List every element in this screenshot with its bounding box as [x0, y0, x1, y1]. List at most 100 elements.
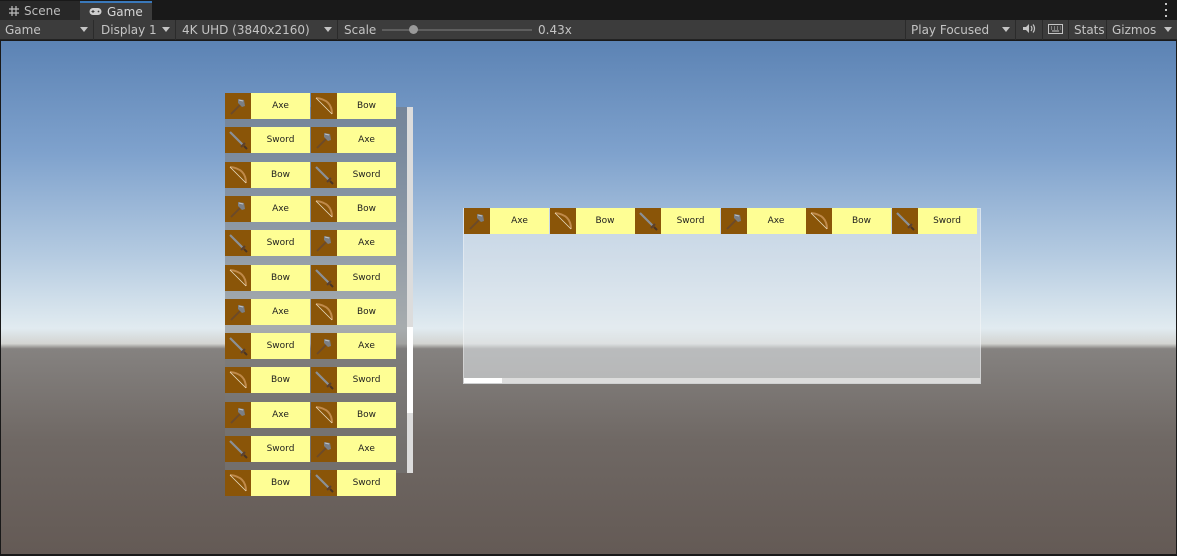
- item-label: Sword: [251, 127, 310, 153]
- item-label: Axe: [337, 230, 396, 256]
- item-label: Bow: [251, 470, 310, 496]
- game-viewport[interactable]: Axe Bow Sword Axe Bow Sword Axe Bow Sword Axe Bow S…: [1, 41, 1176, 554]
- item-label: Axe: [746, 208, 806, 234]
- grid-item-axe[interactable]: Axe: [311, 436, 396, 462]
- item-label: Bow: [337, 93, 396, 119]
- horizontal-item-list: Axe Bow Sword Axe Bow Sword: [463, 208, 981, 234]
- grid-item-sword[interactable]: Sword: [225, 333, 310, 359]
- item-label: Axe: [490, 208, 549, 234]
- axe-icon: [225, 299, 251, 325]
- mute-audio-toggle[interactable]: [1016, 20, 1043, 40]
- item-label: Sword: [251, 436, 310, 462]
- grid-item-bow[interactable]: Bow: [225, 162, 310, 188]
- grid-item-axe[interactable]: Axe: [311, 333, 396, 359]
- grid-item-bow[interactable]: Bow: [311, 93, 396, 119]
- bow-icon: [806, 208, 832, 234]
- item-label: Axe: [251, 93, 310, 119]
- axe-icon: [464, 208, 490, 234]
- horizontal-scroll-view[interactable]: [463, 208, 981, 384]
- scale-slider-track[interactable]: [382, 29, 532, 31]
- tab-game[interactable]: Game: [80, 1, 152, 20]
- grid-item-bow[interactable]: Bow: [225, 265, 310, 291]
- scale-value: 0.43x: [538, 23, 572, 37]
- sword-icon: [311, 265, 337, 291]
- bow-icon: [225, 367, 251, 393]
- item-label: Sword: [337, 265, 396, 291]
- item-label: Sword: [251, 333, 310, 359]
- grid-item-bow[interactable]: Bow: [225, 470, 310, 496]
- item-label: Sword: [337, 367, 396, 393]
- row-item-bow[interactable]: Bow: [806, 208, 891, 234]
- grid-icon: [9, 5, 19, 16]
- play-mode-dropdown[interactable]: Play Focused: [906, 20, 1016, 40]
- grid-item-bow[interactable]: Bow: [311, 402, 396, 428]
- item-label: Axe: [337, 333, 396, 359]
- grid-item-sword[interactable]: Sword: [311, 265, 396, 291]
- stats-keyboard-toggle[interactable]: [1043, 20, 1069, 40]
- gamepad-icon: [89, 7, 102, 16]
- scale-slider-thumb[interactable]: [409, 25, 418, 34]
- grid-item-sword[interactable]: Sword: [311, 470, 396, 496]
- axe-icon: [311, 127, 337, 153]
- grid-item-axe[interactable]: Axe: [311, 230, 396, 256]
- sword-icon: [311, 162, 337, 188]
- bow-icon: [225, 162, 251, 188]
- item-label: Sword: [337, 162, 396, 188]
- sword-icon: [225, 333, 251, 359]
- item-label: Bow: [251, 265, 310, 291]
- row-item-axe[interactable]: Axe: [464, 208, 549, 234]
- grid-item-bow[interactable]: Bow: [311, 196, 396, 222]
- grid-item-bow[interactable]: Bow: [225, 367, 310, 393]
- item-label: Sword: [917, 208, 977, 234]
- tab-scene-label: Scene: [24, 3, 61, 18]
- grid-item-sword[interactable]: Sword: [311, 162, 396, 188]
- item-label: Bow: [251, 162, 310, 188]
- row-item-sword[interactable]: Sword: [891, 208, 977, 234]
- horizontal-scrollbar-handle[interactable]: [464, 378, 502, 383]
- bow-icon: [311, 299, 337, 325]
- bow-icon: [311, 93, 337, 119]
- axe-icon: [225, 402, 251, 428]
- axe-icon: [720, 208, 747, 234]
- sword-icon: [891, 208, 918, 234]
- bow-icon: [311, 402, 337, 428]
- row-item-axe[interactable]: Axe: [720, 208, 806, 234]
- horizontal-scrollbar[interactable]: [464, 378, 980, 383]
- view-mode-value: Game: [5, 23, 41, 37]
- more-options-icon[interactable]: [1164, 3, 1168, 17]
- grid-item-sword[interactable]: Sword: [225, 127, 310, 153]
- bow-icon: [225, 265, 251, 291]
- play-mode-value: Play Focused: [911, 23, 990, 37]
- row-item-sword[interactable]: Sword: [635, 208, 720, 234]
- keyboard-icon: [1048, 23, 1063, 37]
- item-label: Bow: [575, 208, 635, 234]
- gizmos-label: Gizmos: [1112, 23, 1157, 37]
- view-mode-dropdown[interactable]: Game: [0, 20, 94, 40]
- axe-icon: [311, 333, 337, 359]
- item-label: Axe: [337, 436, 396, 462]
- item-label: Bow: [337, 196, 396, 222]
- axe-icon: [225, 93, 251, 119]
- stats-button[interactable]: Stats: [1069, 20, 1107, 40]
- gizmos-dropdown[interactable]: Gizmos: [1107, 20, 1177, 40]
- grid-item-bow[interactable]: Bow: [311, 299, 396, 325]
- sword-icon: [311, 470, 337, 496]
- item-label: Axe: [251, 196, 310, 222]
- grid-item-axe[interactable]: Axe: [225, 196, 310, 222]
- display-dropdown[interactable]: Display 1: [96, 20, 176, 40]
- grid-item-sword[interactable]: Sword: [311, 367, 396, 393]
- grid-item-axe[interactable]: Axe: [225, 93, 310, 119]
- grid-item-sword[interactable]: Sword: [225, 230, 310, 256]
- resolution-dropdown[interactable]: 4K UHD (3840x2160): [177, 20, 338, 40]
- axe-icon: [225, 196, 251, 222]
- grid-item-axe[interactable]: Axe: [225, 402, 310, 428]
- grid-item-sword[interactable]: Sword: [225, 436, 310, 462]
- tab-scene[interactable]: Scene: [0, 1, 80, 20]
- row-item-bow[interactable]: Bow: [549, 208, 635, 234]
- grid-item-axe[interactable]: Axe: [225, 299, 310, 325]
- vertical-scrollbar[interactable]: [407, 107, 413, 473]
- bow-icon: [549, 208, 576, 234]
- item-label: Bow: [832, 208, 891, 234]
- vertical-scrollbar-handle[interactable]: [407, 327, 413, 413]
- grid-item-axe[interactable]: Axe: [311, 127, 396, 153]
